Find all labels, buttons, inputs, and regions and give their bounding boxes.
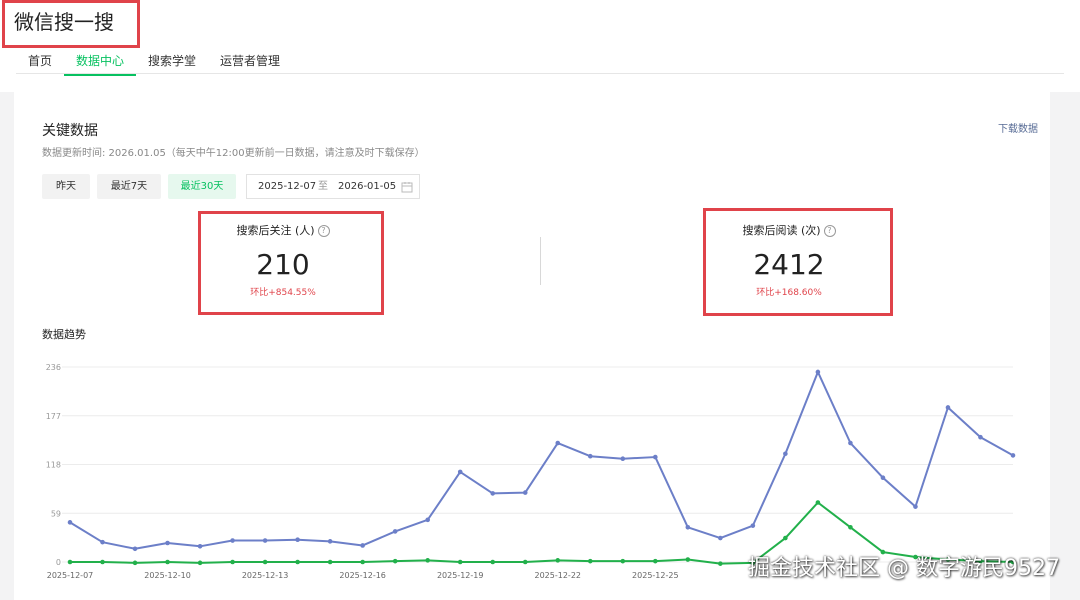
y-tick-label: 118: [46, 461, 61, 470]
data-point: [392, 529, 398, 534]
data-point: [327, 559, 333, 565]
x-tick-label: 2025-12-25: [632, 571, 679, 580]
data-point: [197, 560, 203, 566]
data-point: [295, 559, 300, 565]
data-point: [262, 538, 268, 543]
data-point: [392, 558, 398, 564]
y-tick-label: 177: [46, 412, 61, 421]
data-point: [620, 558, 626, 564]
data-point: [880, 475, 886, 481]
data-point: [522, 559, 528, 565]
x-tick-label: 2025-12-22: [535, 571, 582, 580]
data-point: [490, 491, 496, 496]
data-point: [685, 524, 691, 530]
data-point: [587, 558, 593, 564]
data-point: [653, 454, 658, 460]
watermark: 掘金技术社区 @ 数字游民9527: [748, 556, 1060, 581]
data-point: [783, 535, 788, 541]
data-point: [815, 369, 821, 375]
data-point: [718, 561, 723, 566]
data-point: [165, 559, 170, 565]
data-point: [425, 558, 430, 563]
data-point: [555, 558, 561, 563]
data-point: [783, 451, 788, 457]
x-tick-label: 2025-12-16: [339, 571, 386, 580]
data-point: [1010, 453, 1016, 458]
y-tick-label: 0: [56, 558, 61, 567]
x-tick-label: 2025-12-13: [242, 571, 289, 580]
data-point: [67, 520, 73, 525]
data-point: [425, 517, 430, 523]
data-point: [230, 538, 235, 543]
trend-chart: 0 59 118 177 236 2025-12-07 2025-12-10 2025-12-…: [46, 363, 1016, 580]
data-point: [132, 546, 138, 552]
data-point: [685, 557, 691, 562]
data-point: [620, 456, 626, 462]
data-point: [587, 453, 593, 459]
data-point: [132, 560, 138, 566]
x-tick-label: 2025-12-07: [47, 571, 94, 580]
data-point: [913, 504, 918, 509]
data-point: [360, 559, 365, 565]
data-point: [67, 559, 73, 565]
series-line: [69, 370, 1014, 550]
data-point: [197, 544, 203, 549]
data-point: [653, 558, 658, 564]
data-point: [457, 469, 463, 475]
data-point: [100, 559, 105, 565]
data-point: [490, 559, 496, 565]
data-point: [295, 537, 300, 542]
data-point: [945, 405, 951, 410]
data-point: [262, 559, 268, 565]
data-point: [100, 539, 105, 545]
data-point: [750, 523, 756, 528]
data-point: [327, 539, 333, 544]
data-point: [718, 535, 723, 541]
y-tick-label: 59: [51, 509, 61, 518]
data-point: [978, 434, 983, 440]
data-point: [522, 490, 528, 495]
data-point: [165, 540, 170, 546]
data-point: [815, 500, 821, 505]
data-point: [848, 524, 853, 530]
data-point: [360, 543, 365, 548]
data-point: [555, 440, 561, 446]
x-tick-label: 2025-12-10: [144, 571, 191, 580]
data-point: [230, 559, 235, 565]
x-tick-label: 2025-12-19: [437, 571, 484, 580]
data-point: [457, 559, 463, 565]
y-tick-label: 236: [46, 363, 61, 372]
data-point: [848, 440, 853, 446]
